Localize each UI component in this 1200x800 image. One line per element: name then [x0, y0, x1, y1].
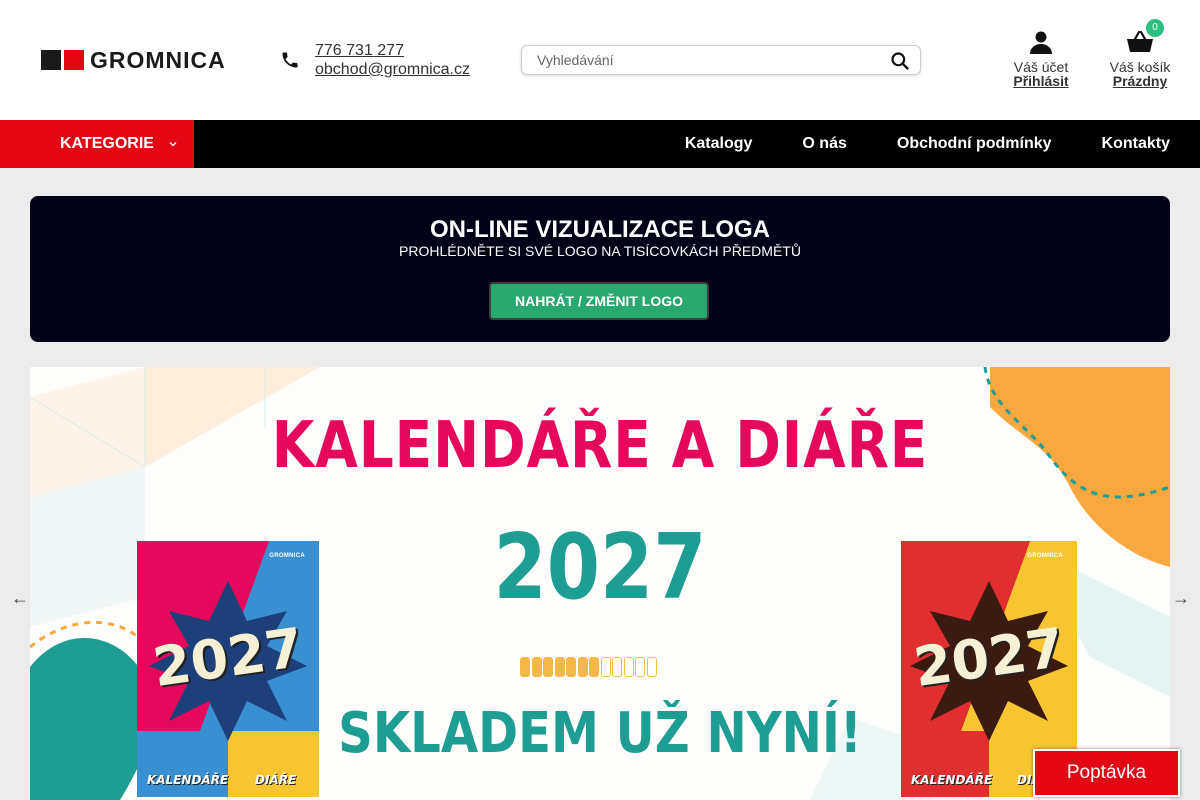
- cart-label: Váš košík: [1109, 59, 1171, 75]
- hero-banner[interactable]: KALENDÁŘE A DIÁŘE 2027 SKLADEM UŽ NYNÍ! …: [30, 367, 1170, 800]
- progress-pill: [531, 657, 542, 677]
- progress-pill: [566, 657, 576, 677]
- login-link[interactable]: Přihlásit: [1005, 74, 1077, 89]
- nav-link-obchodni-podminky[interactable]: Obchodní podmínky: [897, 135, 1052, 153]
- book-label-calendars-left: KALENDÁŘE: [147, 773, 229, 787]
- logo-visualization-promo: ON-LINE VIZUALIZACE LOGA PROHLÉDNĚTE SI …: [30, 196, 1170, 342]
- logo-square-dark: [41, 50, 61, 70]
- account-widget[interactable]: Váš účet Přihlásit: [1005, 30, 1077, 89]
- progress-pill: [600, 657, 611, 677]
- book-label-calendars-right: KALENDÁŘE: [911, 773, 993, 787]
- progress-pill: [554, 657, 565, 677]
- phone-icon: [282, 52, 298, 68]
- email-link[interactable]: obchod@gromnica.cz: [315, 60, 470, 79]
- cart-widget[interactable]: 0 Váš košík Prázdny: [1105, 19, 1175, 89]
- logo-square-red: [64, 50, 84, 70]
- gromnica-logo[interactable]: GROMNICA: [41, 47, 226, 73]
- progress-pill: [623, 657, 634, 677]
- promo-subtitle: PROHLÉDNĚTE SI SVÉ LOGO NA TISÍCOVKÁCH P…: [399, 243, 801, 259]
- search-icon[interactable]: [890, 51, 910, 71]
- progress-pill: [646, 657, 657, 677]
- progress-pill: [635, 657, 645, 677]
- calendar-book-left: GROMNICA 2027 KALENDÁŘE DIÁŘE: [137, 541, 319, 797]
- book-brand-right: GROMNICA: [1027, 553, 1063, 559]
- banner-title: KALENDÁŘE A DIÁŘE: [271, 409, 929, 483]
- progress-pill: [520, 657, 530, 677]
- account-label: Váš účet: [1013, 59, 1069, 75]
- inquiry-button[interactable]: Poptávka: [1033, 749, 1180, 797]
- contact-info: 776 731 277 obchod@gromnica.cz: [280, 41, 470, 79]
- main-nav: KATEGORIE Katalogy O nás Obchodní podmín…: [0, 120, 1200, 168]
- banner-progress-indicator: [520, 657, 658, 677]
- search-box: [521, 45, 921, 75]
- nav-link-kontakty[interactable]: Kontakty: [1102, 135, 1170, 153]
- categories-button[interactable]: KATEGORIE: [0, 120, 194, 168]
- nav-links: Katalogy O nás Obchodní podmínky Kontakt…: [635, 120, 1170, 168]
- cart-count-badge: 0: [1146, 19, 1164, 37]
- progress-pill: [577, 657, 588, 677]
- book-brand-left: GROMNICA: [269, 553, 305, 559]
- site-header: GROMNICA 776 731 277 obchod@gromnica.cz …: [0, 0, 1200, 120]
- carousel-prev-arrow[interactable]: ←: [11, 588, 29, 609]
- user-icon: [1030, 31, 1052, 54]
- progress-pill: [612, 657, 622, 677]
- progress-pill: [589, 657, 599, 677]
- cart-status[interactable]: Prázdny: [1105, 74, 1175, 89]
- progress-pill: [543, 657, 553, 677]
- nav-link-katalogy[interactable]: Katalogy: [685, 135, 753, 153]
- logo-text: GROMNICA: [90, 47, 226, 73]
- phone-link[interactable]: 776 731 277: [315, 41, 470, 60]
- promo-title: ON-LINE VIZUALIZACE LOGA: [430, 216, 770, 243]
- upload-logo-button[interactable]: NAHRÁT / ZMĚNIT LOGO: [489, 282, 709, 320]
- categories-label: KATEGORIE: [60, 135, 154, 152]
- search-input[interactable]: [537, 52, 887, 68]
- nav-link-o-nas[interactable]: O nás: [802, 135, 846, 153]
- carousel-next-arrow[interactable]: →: [1172, 588, 1190, 609]
- book-label-diaries-left: DIÁŘE: [255, 773, 297, 787]
- chevron-down-icon: [169, 142, 177, 147]
